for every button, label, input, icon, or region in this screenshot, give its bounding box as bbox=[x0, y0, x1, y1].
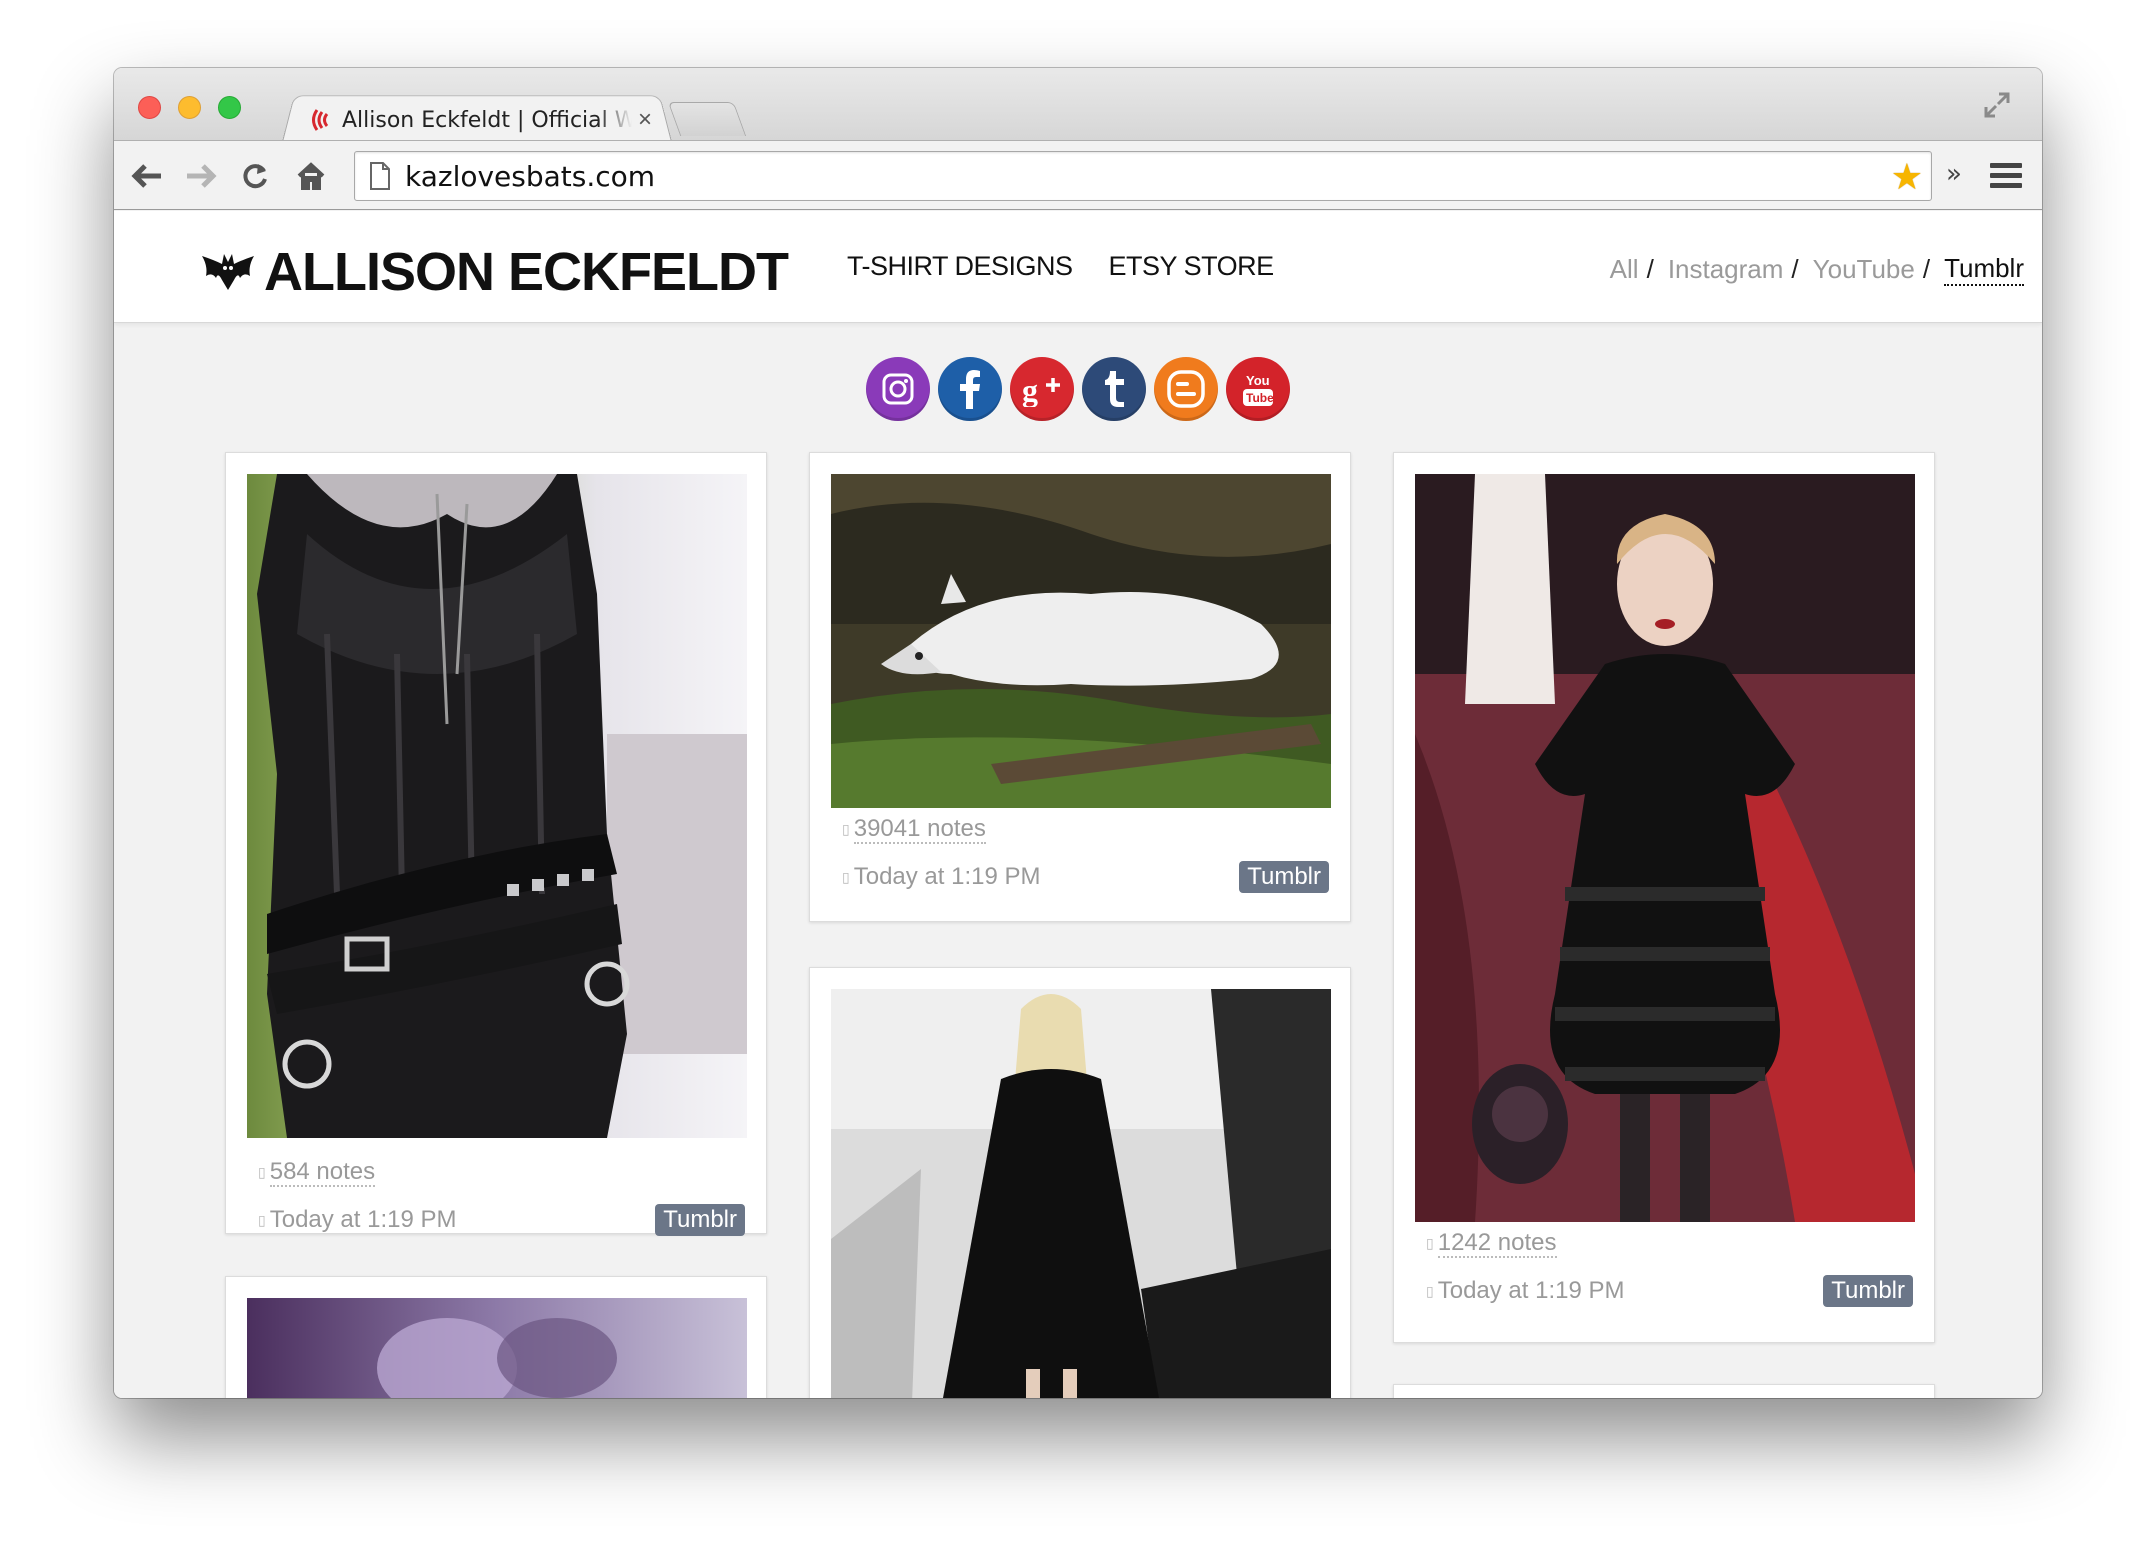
forward-button[interactable] bbox=[182, 157, 220, 195]
extensions-chevron-icon[interactable]: » bbox=[1946, 159, 1962, 189]
post-notes: ▯ 39041 notes bbox=[842, 815, 986, 844]
post-card bbox=[809, 967, 1351, 1398]
notes-link[interactable]: 1242 notes bbox=[1437, 1229, 1557, 1258]
home-icon bbox=[297, 162, 325, 190]
post-image-white-fox[interactable] bbox=[831, 474, 1331, 808]
filter-separator: / bbox=[1791, 254, 1799, 284]
youtube-icon[interactable]: You Tube bbox=[1226, 357, 1290, 421]
zoom-window-button[interactable] bbox=[218, 96, 241, 119]
browser-window: Allison Eckfeldt | Official Website × ka… bbox=[114, 68, 2042, 1398]
tab-title: Allison Eckfeldt | Official Website bbox=[342, 107, 632, 133]
browser-tab-content[interactable]: Allison Eckfeldt | Official Website × bbox=[296, 102, 666, 138]
back-button[interactable] bbox=[128, 157, 166, 195]
address-bar[interactable]: kazlovesbats.com ★ bbox=[354, 151, 1932, 201]
close-window-button[interactable] bbox=[138, 96, 161, 119]
tab-close-icon[interactable]: × bbox=[638, 106, 652, 134]
browser-menu-icon[interactable] bbox=[1990, 163, 2022, 189]
site-logo[interactable]: ALLISON ECKFELDT bbox=[200, 241, 789, 303]
time-glyph-icon: ▯ bbox=[842, 869, 850, 886]
home-button[interactable] bbox=[292, 157, 330, 195]
notes-link[interactable]: 39041 notes bbox=[853, 815, 986, 844]
post-notes: ▯ 1242 notes bbox=[1426, 1229, 1557, 1258]
facebook-icon[interactable] bbox=[938, 357, 1002, 421]
notes-glyph-icon: ▯ bbox=[842, 821, 850, 838]
forward-arrow-icon bbox=[187, 164, 217, 188]
minimize-window-button[interactable] bbox=[178, 96, 201, 119]
svg-text:You: You bbox=[1246, 373, 1270, 388]
url-text[interactable]: kazlovesbats.com bbox=[405, 160, 655, 193]
bookmark-star-icon[interactable]: ★ bbox=[1891, 158, 1923, 196]
post-timestamp: ▯ Today at 1:19 PM bbox=[842, 863, 1041, 891]
time-glyph-icon: ▯ bbox=[1426, 1283, 1434, 1300]
source-badge[interactable]: Tumblr bbox=[1239, 861, 1329, 893]
main-nav: T-SHIRT DESIGNS ETSY STORE bbox=[847, 251, 1274, 282]
post-time: Today at 1:19 PM bbox=[853, 863, 1041, 890]
post-card bbox=[225, 1276, 767, 1398]
post-image-corset[interactable] bbox=[247, 474, 747, 1138]
bat-icon bbox=[202, 254, 254, 290]
nav-etsy-store[interactable]: ETSY STORE bbox=[1109, 251, 1275, 282]
instagram-icon[interactable] bbox=[866, 357, 930, 421]
time-glyph-icon: ▯ bbox=[258, 1212, 266, 1229]
post-card: ▯ 1242 notes ▯ Today at 1:19 PM Tumblr bbox=[1393, 452, 1935, 1343]
new-tab-button[interactable] bbox=[667, 102, 747, 136]
social-links: g You Tube bbox=[866, 357, 1290, 421]
back-arrow-icon bbox=[131, 164, 161, 188]
source-badge[interactable]: Tumblr bbox=[1823, 1275, 1913, 1307]
notes-glyph-icon: ▯ bbox=[258, 1164, 266, 1181]
post-timestamp: ▯ Today at 1:19 PM bbox=[258, 1206, 457, 1234]
filter-separator: / bbox=[1646, 254, 1654, 284]
post-time: Today at 1:19 PM bbox=[1437, 1277, 1625, 1304]
post-card: ▯ 584 notes ▯ Today at 1:19 PM Tumblr bbox=[225, 452, 767, 1236]
svg-text:Tube: Tube bbox=[1246, 391, 1274, 405]
site-title: ALLISON ECKFELDT bbox=[264, 242, 789, 302]
reload-icon bbox=[243, 164, 267, 189]
title-bar: Allison Eckfeldt | Official Website × bbox=[114, 68, 2042, 142]
filter-separator: / bbox=[1922, 254, 1931, 284]
tab-favicon-icon bbox=[308, 107, 334, 133]
post-image-runway-dress[interactable] bbox=[1415, 474, 1915, 1222]
fullscreen-icon[interactable] bbox=[1982, 90, 2012, 120]
reload-button[interactable] bbox=[236, 157, 274, 195]
page-icon bbox=[370, 162, 390, 190]
post-time: Today at 1:19 PM bbox=[269, 1206, 457, 1233]
filter-tumblr[interactable]: Tumblr bbox=[1944, 253, 2024, 286]
filter-instagram[interactable]: Instagram bbox=[1668, 254, 1784, 285]
svg-text:g: g bbox=[1022, 372, 1038, 407]
post-image-runway-cape[interactable] bbox=[831, 989, 1331, 1398]
post-notes: ▯ 584 notes bbox=[258, 1158, 376, 1187]
nav-tshirt-designs[interactable]: T-SHIRT DESIGNS bbox=[847, 251, 1073, 282]
site-header: ALLISON ECKFELDT T-SHIRT DESIGNS ETSY ST… bbox=[114, 211, 2042, 323]
post-image-purple-hands[interactable] bbox=[247, 1298, 747, 1398]
source-badge[interactable]: Tumblr bbox=[655, 1204, 745, 1236]
tumblr-icon[interactable] bbox=[1082, 357, 1146, 421]
notes-glyph-icon: ▯ bbox=[1426, 1235, 1434, 1252]
post-card bbox=[1393, 1384, 1935, 1398]
google-plus-icon[interactable]: g bbox=[1010, 357, 1074, 421]
source-filter-nav: All / Instagram / YouTube / Tumblr bbox=[1610, 253, 2024, 286]
browser-toolbar: kazlovesbats.com ★ » bbox=[114, 140, 2042, 210]
blogger-icon[interactable] bbox=[1154, 357, 1218, 421]
notes-link[interactable]: 584 notes bbox=[269, 1158, 376, 1187]
filter-all[interactable]: All bbox=[1610, 254, 1639, 285]
post-timestamp: ▯ Today at 1:19 PM bbox=[1426, 1277, 1625, 1305]
post-card: ▯ 39041 notes ▯ Today at 1:19 PM Tumblr bbox=[809, 452, 1351, 922]
filter-youtube[interactable]: YouTube bbox=[1813, 254, 1915, 285]
page-viewport: ALLISON ECKFELDT T-SHIRT DESIGNS ETSY ST… bbox=[114, 211, 2042, 1398]
